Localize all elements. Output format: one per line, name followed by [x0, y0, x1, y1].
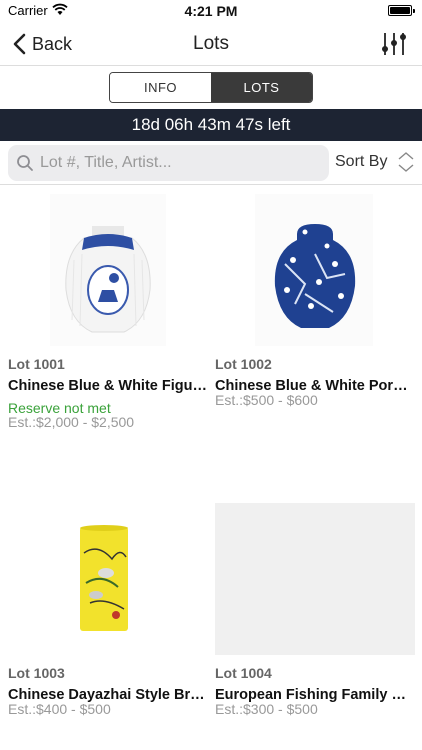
sort-icon[interactable]: [396, 151, 416, 173]
lot-number: Lot 1004: [215, 665, 272, 681]
lot-estimate: Est.:$300 - $500: [215, 701, 318, 717]
search-box: [8, 145, 329, 181]
lot-image: [215, 194, 415, 346]
lot-image: [215, 503, 415, 655]
lot-card-1002[interactable]: Lot 1002 Chinese Blue & White Porcelain …: [215, 194, 415, 434]
tab-info[interactable]: INFO: [110, 73, 211, 102]
countdown-banner: 18d 06h 43m 47s left: [0, 109, 422, 141]
lot-card-1004[interactable]: Lot 1004 European Fishing Family Model E…: [215, 503, 415, 723]
lot-estimate: Est.:$2,000 - $2,500: [8, 414, 135, 430]
tab-lots[interactable]: LOTS: [211, 73, 312, 102]
page-title: Lots: [193, 33, 229, 54]
image-placeholder: [215, 503, 415, 655]
clock: 4:21 PM: [184, 3, 238, 19]
search-row: Sort By: [0, 141, 422, 185]
lot-card-1001[interactable]: Lot 1001 Chinese Blue & White Figural Ja…: [8, 194, 208, 434]
lot-estimate: Est.:$500 - $600: [215, 392, 318, 408]
status-bar: Carrier 4:21 PM: [0, 0, 422, 22]
battery-icon: [388, 5, 415, 16]
lot-image: [8, 194, 208, 346]
sort-by-button[interactable]: Sort By: [335, 153, 387, 171]
nav-bar: Back Lots: [0, 22, 422, 66]
filter-sliders-icon[interactable]: [380, 30, 408, 58]
lot-image: [8, 503, 208, 655]
lot-number: Lot 1001: [8, 356, 65, 372]
brush-pot-image: [80, 525, 128, 631]
search-input[interactable]: [40, 154, 320, 172]
vase-image: [255, 194, 373, 346]
segmented-control: INFO LOTS: [109, 72, 313, 103]
lot-estimate: Est.:$400 - $500: [8, 701, 111, 717]
lot-card-1003[interactable]: Lot 1003 Chinese Dayazhai Style Brush Po…: [8, 503, 208, 723]
vase-image: [50, 194, 166, 346]
search-icon: [17, 155, 33, 171]
lot-number: Lot 1003: [8, 665, 65, 681]
lot-title: Chinese Blue & White Figural Jar: [8, 378, 208, 394]
lot-number: Lot 1002: [215, 356, 272, 372]
